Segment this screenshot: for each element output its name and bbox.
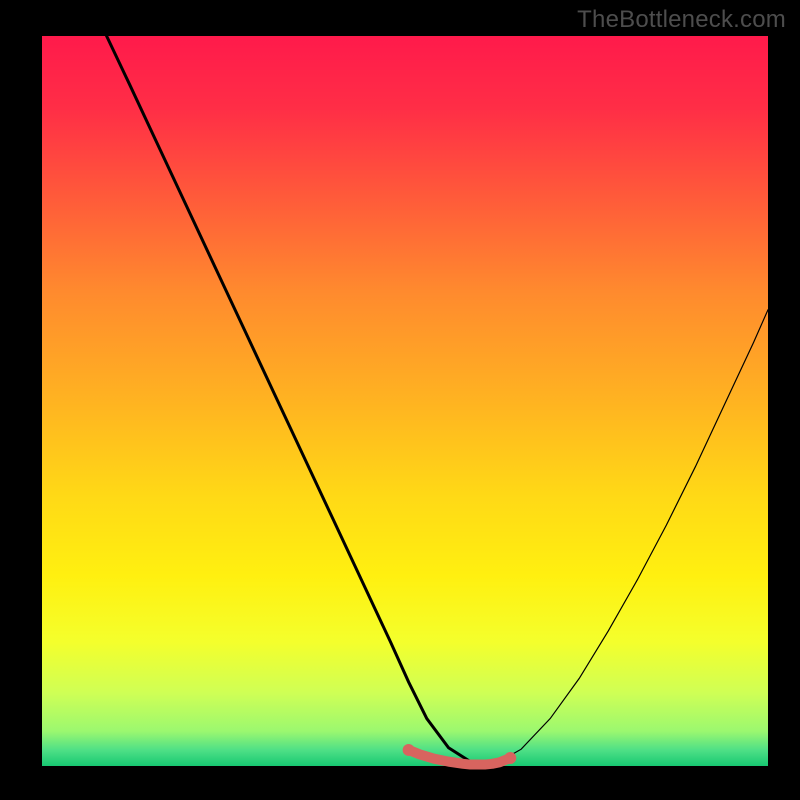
band-endpoint-left (403, 744, 415, 756)
plot-background (42, 36, 768, 766)
chart-frame: TheBottleneck.com (0, 0, 800, 800)
bottleneck-chart (0, 0, 800, 800)
watermark-text: TheBottleneck.com (577, 6, 786, 34)
band-endpoint-right (504, 752, 516, 764)
